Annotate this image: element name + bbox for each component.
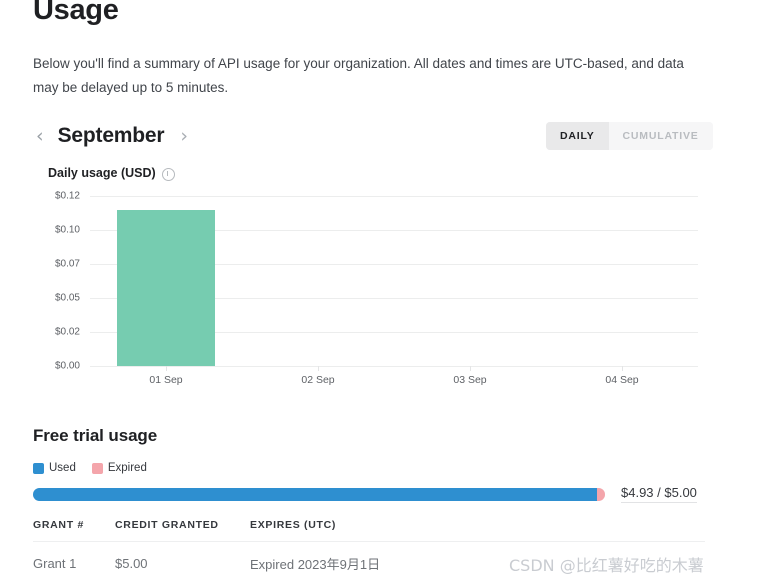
chart-y-tick-label: $0.00 xyxy=(54,360,80,372)
column-header-credit-granted: CREDIT GRANTED xyxy=(115,519,250,542)
free-trial-title: Free trial usage xyxy=(33,426,158,445)
chart-y-tick-label: $0.10 xyxy=(54,224,80,236)
chart-y-axis: $0.12 $0.10 $0.07 $0.05 $0.02 $0.00 xyxy=(33,191,80,372)
chart-y-tick-label: $0.02 xyxy=(54,326,80,338)
column-header-expires: EXPIRES (UTC) xyxy=(250,519,705,542)
chart-gridline xyxy=(90,196,698,197)
daily-usage-chart: $0.12 $0.10 $0.07 $0.05 $0.02 $0.00 01 Sep 02 … xyxy=(33,191,705,396)
chart-x-tick xyxy=(622,366,623,371)
chart-gridline xyxy=(90,366,698,367)
progress-segment-expired xyxy=(596,487,605,501)
toggle-option-cumulative[interactable]: CUMULATIVE xyxy=(608,122,713,150)
chart-x-tick-label: 01 Sep xyxy=(149,374,183,386)
free-trial-legend: Used Expired xyxy=(33,462,163,474)
legend-item-expired: Expired xyxy=(91,462,147,474)
chart-x-tick-label: 04 Sep xyxy=(605,374,639,386)
info-circle-icon[interactable] xyxy=(161,167,175,181)
chart-y-tick-label: $0.05 xyxy=(54,292,80,304)
chart-bar[interactable] xyxy=(116,209,215,366)
chart-title-label: Daily usage (USD) xyxy=(48,166,156,180)
chart-x-tick xyxy=(318,366,319,371)
page-title: Usage xyxy=(33,0,119,26)
free-trial-progress-bar xyxy=(33,487,605,501)
free-trial-progress-row: $4.93 / $5.00 xyxy=(33,485,705,503)
chevron-left-icon[interactable]: ‹ xyxy=(33,126,47,146)
chart-x-tick xyxy=(166,366,167,371)
expired-swatch-icon xyxy=(91,462,103,474)
legend-label-used: Used xyxy=(49,462,76,474)
column-header-grant: GRANT # xyxy=(33,519,115,542)
chart-title: Daily usage (USD) xyxy=(48,166,175,181)
view-mode-toggle: DAILY CUMULATIVE xyxy=(546,122,713,150)
csdn-watermark: CSDN @比红薯好吃的木薯 xyxy=(509,556,704,575)
chevron-right-icon[interactable]: › xyxy=(177,126,191,146)
progress-segment-used xyxy=(33,487,597,501)
cell-credit-granted: $5.00 xyxy=(115,556,148,571)
used-swatch-icon xyxy=(33,462,44,474)
free-trial-amount: $4.93 / $5.00 xyxy=(621,485,697,503)
chart-x-tick xyxy=(470,366,471,371)
chart-y-tick-label: $0.07 xyxy=(54,258,80,270)
chart-y-tick-label: $0.12 xyxy=(54,190,80,202)
month-navigator: ‹ September › xyxy=(33,120,191,152)
page-description: Below you'll find a summary of API usage… xyxy=(33,56,684,95)
chart-x-tick-label: 02 Sep xyxy=(301,374,335,386)
toggle-option-daily[interactable]: DAILY xyxy=(546,122,609,150)
chart-plot-area: 01 Sep 02 Sep 03 Sep 04 Sep xyxy=(90,196,698,386)
table-header-row: GRANT # CREDIT GRANTED EXPIRES (UTC) xyxy=(33,519,705,542)
legend-item-used: Used xyxy=(33,462,76,474)
legend-label-expired: Expired xyxy=(107,462,147,474)
current-month-label: September xyxy=(57,124,165,147)
chart-x-tick-label: 03 Sep xyxy=(453,374,487,386)
cell-grant-number: Grant 1 xyxy=(33,556,77,571)
